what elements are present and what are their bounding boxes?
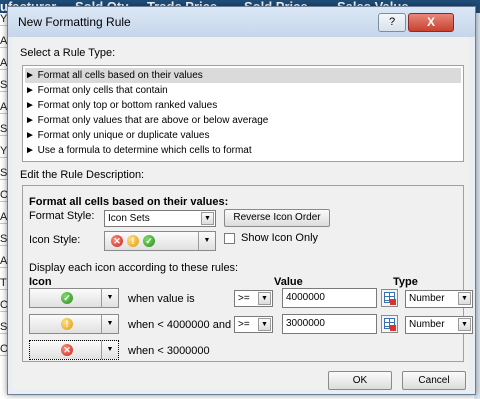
rule-type-item-all-cells[interactable]: ► Format all cells based on their values: [25, 68, 461, 83]
dialog-title: New Formatting Rule: [18, 15, 131, 29]
rule-3-icon-dropdown[interactable]: ✕ ▼: [29, 340, 119, 360]
help-button[interactable]: ?: [378, 13, 406, 32]
rule-1-operator: >=: [238, 293, 250, 304]
chevron-down-icon[interactable]: ▼: [458, 318, 471, 331]
rule-2-icon-dropdown[interactable]: ! ▼: [29, 314, 119, 334]
rule-type-item-formula[interactable]: ► Use a formula to determine which cells…: [25, 143, 461, 158]
edit-description-label: Edit the Rule Description:: [20, 169, 145, 181]
dialog-body: Select a Rule Type: ► Format all cells b…: [12, 37, 473, 390]
new-formatting-rule-dialog: New Formatting Rule ? X Select a Rule Ty…: [7, 6, 476, 395]
rule-2-operator-dropdown[interactable]: >= ▼: [234, 316, 273, 333]
cancel-button[interactable]: Cancel: [402, 371, 466, 390]
chevron-down-icon[interactable]: ▼: [458, 292, 471, 305]
ok-button[interactable]: OK: [328, 371, 392, 390]
yellow-exclamation-icon: !: [127, 235, 139, 247]
display-rules-label: Display each icon according to these rul…: [29, 262, 239, 274]
rule-1-icon-dropdown[interactable]: ✓ ▼: [29, 288, 119, 308]
rule-1-type: Number: [409, 293, 445, 304]
chevron-down-icon[interactable]: ▼: [101, 341, 118, 359]
rule-type-item-top-bottom[interactable]: ► Format only top or bottom ranked value…: [25, 98, 461, 113]
show-icon-only-label: Show Icon Only: [241, 232, 319, 244]
format-style-value: Icon Sets: [108, 213, 150, 224]
rule-1-condition: when value is: [128, 293, 195, 305]
type-column-header: Type: [393, 276, 418, 288]
rule-1-operator-dropdown[interactable]: >= ▼: [234, 290, 273, 307]
dialog-titlebar[interactable]: New Formatting Rule ? X: [8, 7, 475, 37]
format-style-label: Format Style:: [29, 210, 95, 222]
rule-type-list[interactable]: ► Format all cells based on their values…: [22, 65, 464, 162]
icon-column-header: Icon: [29, 276, 52, 288]
close-button[interactable]: X: [408, 13, 454, 32]
rule-2-range-picker-icon[interactable]: [381, 315, 398, 333]
rule-1-value-input[interactable]: 4000000: [282, 288, 377, 308]
rule-type-item-unique-duplicate[interactable]: ► Format only unique or duplicate values: [25, 128, 461, 143]
red-x-icon: ✕: [111, 235, 123, 247]
icon-style-label: Icon Style:: [29, 234, 81, 246]
rule-2-type-dropdown[interactable]: Number ▼: [405, 316, 473, 334]
rule-2-type: Number: [409, 319, 445, 330]
rule-2-value-input[interactable]: 3000000: [282, 314, 377, 334]
chevron-down-icon[interactable]: ▼: [101, 289, 118, 307]
format-style-dropdown[interactable]: Icon Sets ▼: [104, 210, 216, 227]
rule-1-type-dropdown[interactable]: Number ▼: [405, 290, 473, 308]
rule-1-range-picker-icon[interactable]: [381, 289, 398, 307]
yellow-exclamation-icon: !: [61, 318, 73, 330]
chevron-down-icon[interactable]: ▼: [258, 318, 271, 331]
rule-type-item-cells-contain[interactable]: ► Format only cells that contain: [25, 83, 461, 98]
rule-2-operator: >=: [238, 319, 250, 330]
reverse-icon-order-button[interactable]: Reverse Icon Order: [224, 209, 330, 227]
rule-3-condition: when < 3000000: [128, 345, 210, 357]
chevron-down-icon[interactable]: ▼: [201, 212, 214, 225]
rule-type-item-above-below-average[interactable]: ► Format only values that are above or b…: [25, 113, 461, 128]
chevron-down-icon[interactable]: ▼: [101, 315, 118, 333]
show-icon-only-checkbox[interactable]: [224, 233, 235, 244]
green-check-icon: ✓: [61, 292, 73, 304]
value-column-header: Value: [274, 276, 303, 288]
green-check-icon: ✓: [143, 235, 155, 247]
chevron-down-icon[interactable]: ▼: [258, 292, 271, 305]
chevron-down-icon[interactable]: ▼: [198, 232, 215, 250]
rule-description-group: Format all cells based on their values: …: [22, 185, 473, 362]
format-all-label: Format all cells based on their values:: [29, 196, 229, 208]
red-x-icon: ✕: [61, 344, 73, 356]
rule-2-condition: when < 4000000 and: [128, 319, 232, 331]
select-rule-type-label: Select a Rule Type:: [20, 47, 116, 59]
icon-style-dropdown[interactable]: ✕ ! ✓ ▼: [104, 231, 216, 251]
